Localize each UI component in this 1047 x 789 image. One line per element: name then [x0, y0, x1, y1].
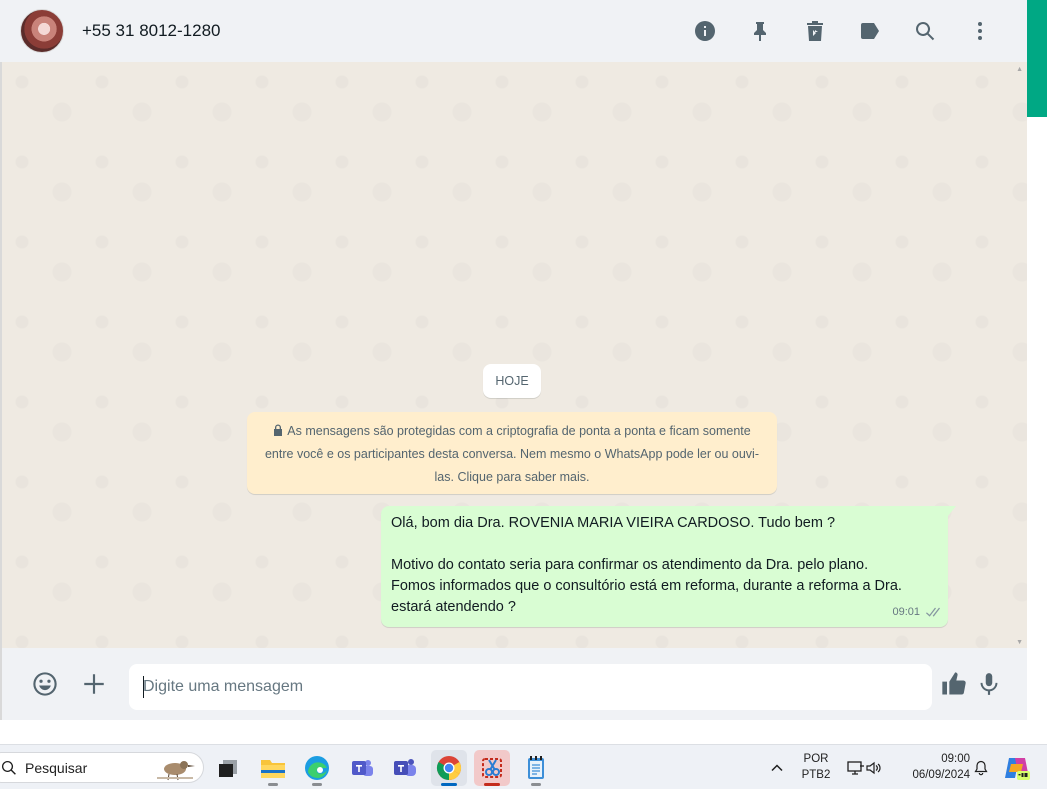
contact-name[interactable]: +55 31 8012-1280	[82, 21, 221, 41]
message-meta: 09:01	[892, 602, 940, 623]
search-icon	[915, 22, 934, 41]
search-icon	[1, 760, 16, 775]
text-cursor	[143, 676, 144, 698]
snipping-tool-icon	[482, 758, 502, 778]
taskbar-search-label: Pesquisar	[25, 759, 88, 776]
thumbs-up-icon	[942, 672, 966, 695]
tray-date: 06/09/2024	[912, 769, 970, 781]
pin-icon	[753, 22, 766, 41]
message-bubble-outgoing[interactable]: Olá, bom dia Dra. ROVENIA MARIA VIEIRA C…	[381, 506, 956, 627]
right-scroll-strip	[1027, 0, 1047, 720]
taskbar-file-explorer[interactable]	[255, 750, 291, 786]
window-gap	[0, 720, 1047, 744]
delete-icon	[806, 21, 823, 41]
tray-keyboard-layout: PTB2	[801, 769, 831, 781]
emoji-icon	[33, 672, 57, 696]
delete-button[interactable]	[787, 11, 842, 51]
message-line: Motivo do contato seria para confirmar o…	[391, 557, 869, 573]
tray-language[interactable]: POR PTB2	[800, 751, 832, 783]
chat-header: +55 31 8012-1280	[0, 0, 1027, 62]
taskbar: Pesquisar POR PTB2 09:00 06/09/2024	[0, 744, 1047, 789]
taskbar-task-view[interactable]	[210, 750, 246, 786]
emoji-button[interactable]	[30, 669, 60, 699]
taskbar-search[interactable]: Pesquisar	[0, 752, 204, 783]
menu-icon	[977, 22, 982, 40]
search-button[interactable]	[897, 11, 952, 51]
voice-message-button[interactable]	[974, 669, 1004, 699]
teams-icon	[394, 759, 416, 776]
pin-button[interactable]	[732, 11, 787, 51]
encryption-notice[interactable]: As mensagens são protegidas com a cripto…	[247, 412, 777, 494]
info-button[interactable]	[677, 11, 732, 51]
running-indicator	[268, 783, 278, 786]
header-actions	[677, 0, 1007, 62]
running-indicator	[312, 783, 322, 786]
taskbar-teams[interactable]	[387, 750, 423, 786]
plus-icon	[84, 674, 104, 694]
task-view-icon	[219, 760, 237, 777]
double-check-icon	[926, 607, 940, 617]
taskbar-edge[interactable]	[299, 750, 335, 786]
copilot-icon	[1005, 758, 1030, 780]
message-composer	[0, 648, 1027, 720]
active-indicator	[441, 783, 457, 786]
taskbar-teams-classic[interactable]	[344, 750, 380, 786]
notepad-icon	[528, 756, 544, 779]
tray-copilot[interactable]	[998, 750, 1036, 786]
chrome-icon	[436, 756, 462, 780]
running-indicator	[531, 783, 541, 786]
tray-show-hidden-icons[interactable]	[760, 750, 794, 786]
chat-body[interactable]: ▲ ▼ HOJE As mensagens são protegidas com…	[0, 62, 1027, 648]
message-line-blank	[391, 534, 938, 555]
encryption-notice-text: As mensagens são protegidas com a cripto…	[264, 424, 759, 484]
chevron-up-icon	[771, 764, 783, 772]
taskbar-snipping-tool[interactable]	[474, 750, 510, 786]
message-line: Fomos informados que o consultório está …	[391, 578, 902, 594]
contact-avatar[interactable]	[20, 9, 64, 53]
tray-network-volume[interactable]	[840, 750, 888, 786]
bird-illustration-icon	[157, 761, 195, 781]
folder-icon	[261, 760, 285, 778]
lock-icon	[274, 424, 283, 436]
accent-bar	[1027, 0, 1047, 117]
taskbar-notepad[interactable]	[518, 750, 554, 786]
message-input[interactable]	[129, 664, 932, 710]
scroll-down-arrow-icon[interactable]: ▼	[1016, 639, 1023, 646]
like-button[interactable]	[939, 669, 969, 699]
taskbar-chrome[interactable]	[431, 750, 467, 786]
message-time: 09:01	[892, 606, 920, 618]
message-line: estará atendendo ?	[391, 599, 516, 615]
edge-browser-icon	[305, 756, 329, 780]
teams-classic-icon	[352, 760, 373, 776]
tray-time: 09:00	[941, 753, 970, 765]
volume-icon	[866, 761, 881, 775]
tray-language-code: POR	[803, 753, 829, 765]
menu-button[interactable]	[952, 11, 1007, 51]
label-icon	[860, 23, 879, 39]
attach-button[interactable]	[79, 669, 109, 699]
message-line: Olá, bom dia Dra. ROVENIA MARIA VIEIRA C…	[391, 515, 836, 531]
tray-notifications[interactable]	[966, 750, 996, 786]
bell-icon	[974, 760, 988, 776]
date-chip: HOJE	[483, 364, 541, 398]
network-icon	[847, 761, 864, 775]
active-indicator	[484, 783, 500, 786]
scroll-up-arrow-icon[interactable]: ▲	[1016, 66, 1023, 73]
label-button[interactable]	[842, 11, 897, 51]
info-icon	[694, 21, 715, 41]
microphone-icon	[980, 673, 998, 695]
tray-clock[interactable]: 09:00 06/09/2024	[898, 751, 970, 783]
